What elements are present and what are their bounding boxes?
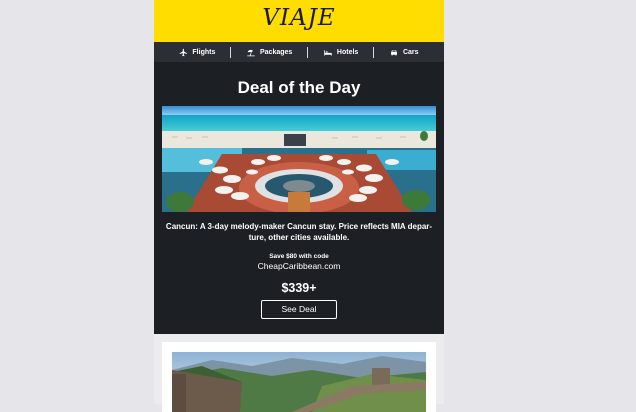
nav-divider xyxy=(230,46,232,58)
email-header: VIAJE xyxy=(154,0,444,42)
brand-logo[interactable]: VIAJE xyxy=(262,5,335,31)
resort-hero-image[interactable] xyxy=(162,106,436,212)
promo-label: Save $80 with code xyxy=(269,253,329,260)
car-icon xyxy=(390,49,397,55)
promo-code: CheapCaribbean.com xyxy=(257,261,341,271)
nav-item-flights[interactable]: Flights xyxy=(179,48,215,57)
deal-description: Cancun: A 3-day melody-maker Cancun stay… xyxy=(165,222,433,242)
bed-icon xyxy=(324,49,332,55)
nav-item-hotels[interactable]: Hotels xyxy=(323,48,358,57)
nav-divider xyxy=(373,46,375,58)
see-deal-button[interactable]: See Deal xyxy=(261,300,337,319)
second-deal-card xyxy=(162,342,436,412)
nav-label-cars: Cars xyxy=(402,48,419,56)
great-wall-image[interactable] xyxy=(172,352,426,412)
nav-item-cars[interactable]: Cars xyxy=(389,48,419,57)
category-nav: Flights Packages Hotels Cars xyxy=(154,42,444,62)
nav-label-hotels: Hotels xyxy=(336,48,359,56)
nav-label-packages: Packages xyxy=(259,48,293,56)
nav-item-packages[interactable]: Packages xyxy=(246,48,292,57)
deal-of-the-day-section: Deal of the Day Cancun: A 3-day melody-m… xyxy=(154,62,444,334)
cta-wrapper: See Deal xyxy=(154,299,444,319)
deal-price: $339+ xyxy=(281,281,317,295)
deal-title: Deal of the Day xyxy=(237,78,361,97)
email-container: VIAJE Flights Packages Hotels Cars Deal … xyxy=(154,0,444,412)
beach-umbrella-icon xyxy=(247,49,255,56)
nav-divider xyxy=(307,46,309,58)
nav-label-flights: Flights xyxy=(192,48,216,56)
airplane-icon xyxy=(180,48,188,56)
